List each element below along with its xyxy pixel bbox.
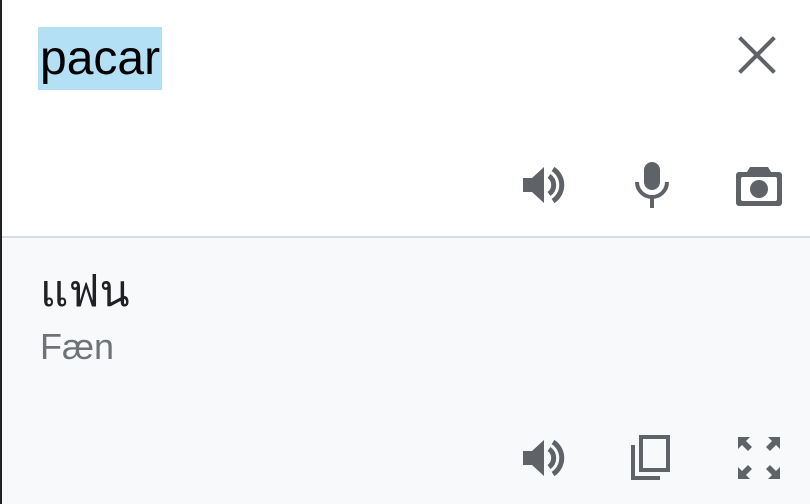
- microphone-button[interactable]: [626, 159, 678, 211]
- close-icon: [738, 36, 776, 74]
- camera-icon: [736, 167, 782, 206]
- clear-button[interactable]: [732, 30, 782, 80]
- source-input-text[interactable]: pacar: [38, 27, 163, 90]
- speaker-icon: [523, 166, 565, 204]
- romanization-text: Fæn: [40, 326, 115, 367]
- source-panel[interactable]: pacar: [2, 0, 810, 236]
- copy-icon: [631, 435, 670, 480]
- source-speak-button[interactable]: [518, 159, 570, 211]
- copy-button[interactable]: [624, 432, 676, 484]
- translated-text: แฟน: [40, 266, 130, 317]
- speaker-icon: [523, 439, 565, 477]
- fullscreen-icon: [738, 437, 780, 479]
- camera-button[interactable]: [733, 159, 785, 211]
- result-speak-button[interactable]: [518, 432, 570, 484]
- fullscreen-button[interactable]: [733, 432, 785, 484]
- microphone-icon: [635, 162, 669, 208]
- translate-window: pacar แฟน Fæn: [0, 0, 810, 504]
- result-panel: แฟน Fæn: [2, 238, 810, 504]
